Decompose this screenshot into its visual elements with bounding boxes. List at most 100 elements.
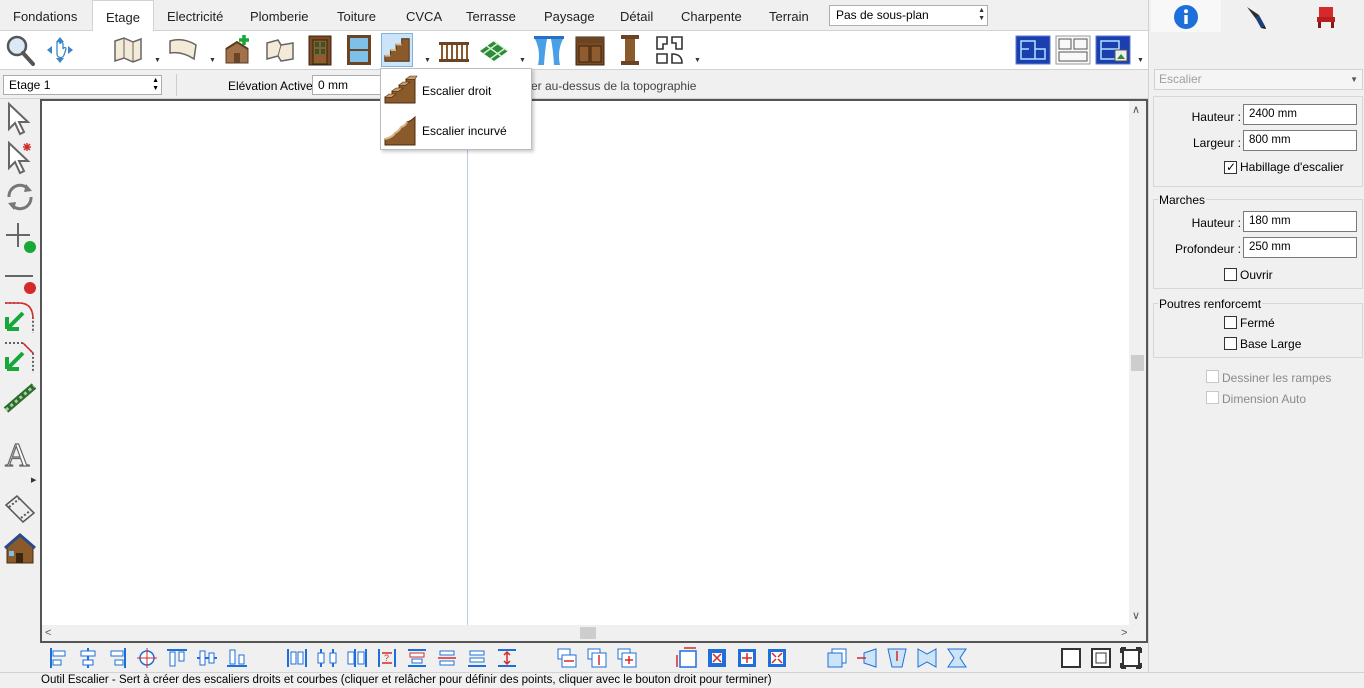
space-horizontal-icon[interactable]: ? — [376, 647, 398, 669]
stairs-icon[interactable] — [381, 33, 413, 67]
distribute-top-icon[interactable] — [406, 647, 428, 669]
shape-tool-icon[interactable] — [654, 33, 686, 67]
add-point-icon[interactable] — [3, 219, 37, 255]
tab-detail[interactable]: Détail — [607, 0, 666, 30]
cabinet-icon[interactable] — [574, 33, 606, 67]
align-left-icon[interactable] — [48, 647, 70, 669]
floor-pattern-icon[interactable] — [478, 33, 510, 67]
select-arrow-icon[interactable] — [3, 101, 37, 137]
curved-wall-dropdown-caret-icon[interactable]: ▼ — [209, 57, 216, 64]
subplan-select[interactable]: Pas de sous-plan ▲ ▼ — [829, 5, 988, 26]
film-icon[interactable] — [3, 491, 37, 527]
pan-icon[interactable] — [44, 33, 76, 67]
tab-terrasse[interactable]: Terrasse — [453, 0, 529, 30]
height-input[interactable]: 2400 mm — [1243, 104, 1357, 125]
frame-corners-icon[interactable] — [1120, 647, 1142, 669]
railing-icon[interactable] — [438, 33, 470, 67]
door-icon[interactable] — [304, 33, 336, 67]
scroll-up-icon[interactable]: ∧ — [1132, 103, 1140, 117]
resize-icon[interactable] — [676, 647, 698, 669]
house-icon[interactable] — [3, 531, 37, 567]
horizontal-scrollbar[interactable]: < > — [42, 625, 1146, 641]
tab-furniture[interactable] — [1291, 0, 1361, 32]
expand-icon[interactable] — [736, 647, 758, 669]
tab-charpente[interactable]: Charpente — [668, 0, 755, 30]
view-dropdown-caret-icon[interactable]: ▼ — [1137, 57, 1144, 64]
tab-terrain[interactable]: Terrain — [756, 0, 822, 30]
view-3d-icon[interactable] — [1095, 33, 1131, 67]
distribute-bottom-icon[interactable] — [466, 647, 488, 669]
align-middle-icon[interactable] — [136, 647, 158, 669]
tab-style[interactable] — [1221, 0, 1291, 32]
split-line-icon[interactable] — [3, 259, 37, 295]
menu-item-curved-stair[interactable]: Escalier incurvé — [381, 110, 531, 150]
stairs-dropdown-caret-icon[interactable]: ▼ — [424, 57, 431, 64]
object-type-select[interactable]: Escalier ▼ — [1154, 69, 1363, 90]
path-icon[interactable] — [3, 380, 37, 416]
vertical-scrollbar[interactable]: ∧ ∨ — [1129, 101, 1146, 625]
tab-toiture[interactable]: Toiture — [324, 0, 389, 30]
tab-etage[interactable]: Etage — [92, 0, 154, 31]
distribute-center-icon[interactable] — [316, 647, 338, 669]
skew-top-icon[interactable] — [886, 647, 908, 669]
view-plan-icon[interactable] — [1015, 33, 1051, 67]
align-right-icon[interactable] — [106, 647, 128, 669]
floor-dropdown-caret-icon[interactable]: ▼ — [519, 57, 526, 64]
curved-wall-icon[interactable] — [167, 33, 199, 67]
floor-select[interactable]: Etage 1 ▲ ▼ — [3, 75, 162, 95]
auto-dimension-checkbox[interactable] — [1206, 391, 1219, 404]
add-room-icon[interactable] — [222, 33, 254, 67]
tab-paysage[interactable]: Paysage — [531, 0, 608, 30]
width-input[interactable]: 800 mm — [1243, 130, 1357, 151]
match-size-icon[interactable] — [616, 647, 638, 669]
vertical-scroll-thumb[interactable] — [1131, 355, 1144, 371]
copy-shape-icon[interactable] — [826, 647, 848, 669]
align-center-icon[interactable] — [77, 647, 99, 669]
menu-item-straight-stair[interactable]: Escalier droit — [381, 70, 531, 110]
curtain-icon[interactable] — [533, 33, 565, 67]
pinch-icon[interactable] — [946, 647, 968, 669]
shape-dropdown-caret-icon[interactable]: ▼ — [694, 57, 701, 64]
scroll-right-icon[interactable]: > — [1121, 626, 1127, 640]
tab-info[interactable] — [1151, 0, 1221, 32]
tab-fondations[interactable]: Fondations — [0, 0, 90, 30]
tab-electricite[interactable]: Electricité — [154, 0, 236, 30]
view-elevation-icon[interactable] — [1055, 33, 1091, 67]
step-depth-input[interactable]: 250 mm — [1243, 237, 1357, 258]
distribute-right-icon[interactable] — [346, 647, 368, 669]
align-top-icon[interactable] — [166, 647, 188, 669]
fillet-icon[interactable] — [3, 299, 37, 335]
tab-plomberie[interactable]: Plomberie — [237, 0, 322, 30]
rotate-icon[interactable] — [3, 179, 37, 215]
wall-dropdown-caret-icon[interactable]: ▼ — [154, 57, 161, 64]
shrink-icon[interactable] — [766, 647, 788, 669]
chamfer-icon[interactable] — [3, 339, 37, 375]
text-dropdown-caret-icon[interactable]: ▶ — [31, 476, 36, 484]
step-height-input[interactable]: 180 mm — [1243, 211, 1357, 232]
taper-icon[interactable] — [916, 647, 938, 669]
room-shape-icon[interactable] — [264, 33, 296, 67]
horizontal-scroll-thumb[interactable] — [580, 627, 596, 639]
skew-left-icon[interactable] — [856, 647, 878, 669]
habillage-checkbox[interactable]: ✓ — [1224, 160, 1237, 174]
scroll-down-icon[interactable]: ∨ — [1132, 609, 1140, 623]
scale-center-icon[interactable] — [706, 647, 728, 669]
scroll-left-icon[interactable]: < — [45, 626, 51, 640]
drawing-canvas[interactable]: ∧ ∨ < > — [40, 99, 1148, 643]
distribute-vcenter-icon[interactable] — [436, 647, 458, 669]
align-vcenter-icon[interactable] — [196, 647, 218, 669]
text-icon[interactable]: A — [3, 435, 37, 474]
window-icon[interactable] — [343, 33, 375, 67]
draw-ramps-checkbox[interactable] — [1206, 370, 1219, 383]
wall-icon[interactable] — [112, 33, 144, 67]
open-steps-checkbox[interactable] — [1224, 268, 1237, 281]
align-bottom-icon[interactable] — [226, 647, 248, 669]
elevation-input[interactable]: 0 mm — [312, 75, 384, 95]
zoom-icon[interactable] — [4, 33, 36, 67]
column-icon[interactable] — [614, 33, 646, 67]
distribute-horizontal-icon[interactable] — [286, 647, 308, 669]
tab-cvca[interactable]: CVCA — [393, 0, 455, 30]
frame-note-icon[interactable] — [1090, 647, 1112, 669]
wide-base-checkbox[interactable] — [1224, 337, 1237, 350]
topography-option-label[interactable]: er au-dessus de la topographie — [531, 79, 696, 93]
